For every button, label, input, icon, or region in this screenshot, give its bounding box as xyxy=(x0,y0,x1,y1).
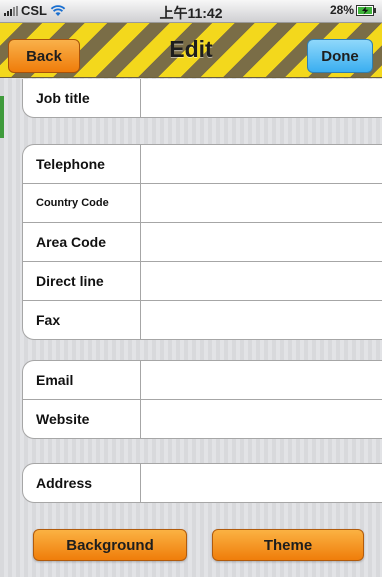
email-field[interactable] xyxy=(141,361,382,399)
status-time: 上午11:42 xyxy=(159,5,223,21)
area-code-label: Area Code xyxy=(23,223,141,261)
form-row-website[interactable]: Website xyxy=(23,400,382,438)
website-field[interactable] xyxy=(141,400,382,438)
form-row-area-code[interactable]: Area Code xyxy=(23,223,382,262)
job-title-label: Job title xyxy=(23,79,141,117)
address-field[interactable] xyxy=(141,464,382,502)
form-row-fax[interactable]: Fax xyxy=(23,301,382,339)
job-group: Job title xyxy=(22,79,382,118)
address-label: Address xyxy=(23,464,141,502)
direct-line-field[interactable] xyxy=(141,262,382,300)
direct-line-label: Direct line xyxy=(23,262,141,300)
done-button[interactable]: Done xyxy=(307,39,373,73)
edge-indicator xyxy=(0,96,4,138)
country-code-field[interactable] xyxy=(141,184,382,222)
form-row-direct-line[interactable]: Direct line xyxy=(23,262,382,301)
form-row-address[interactable]: Address xyxy=(23,464,382,502)
status-right: 28% xyxy=(330,3,376,17)
fax-label: Fax xyxy=(23,301,141,339)
web-group: Email Website xyxy=(22,360,382,439)
email-label: Email xyxy=(23,361,141,399)
form-row-job-title[interactable]: Job title xyxy=(23,79,382,117)
form-row-country-code[interactable]: Country Code xyxy=(23,184,382,223)
form-row-email[interactable]: Email xyxy=(23,361,382,400)
theme-button[interactable]: Theme xyxy=(212,529,364,561)
job-title-field[interactable] xyxy=(141,79,382,117)
navigation-bar: Back Edit Done xyxy=(0,23,382,78)
website-label: Website xyxy=(23,400,141,438)
country-code-label: Country Code xyxy=(23,184,141,222)
background-button[interactable]: Background xyxy=(33,529,187,561)
battery-charging-icon xyxy=(356,4,376,16)
status-bar: CSL 上午11:42 28% xyxy=(0,0,382,23)
telephone-label: Telephone xyxy=(23,145,141,183)
address-group: Address xyxy=(22,463,382,503)
telephone-field[interactable] xyxy=(141,145,382,183)
battery-percent: 28% xyxy=(329,3,354,17)
area-code-field[interactable] xyxy=(141,223,382,261)
phone-group: Telephone Country Code Area Code Direct … xyxy=(22,144,382,340)
form-row-telephone[interactable]: Telephone xyxy=(23,145,382,184)
fax-field[interactable] xyxy=(141,301,382,339)
